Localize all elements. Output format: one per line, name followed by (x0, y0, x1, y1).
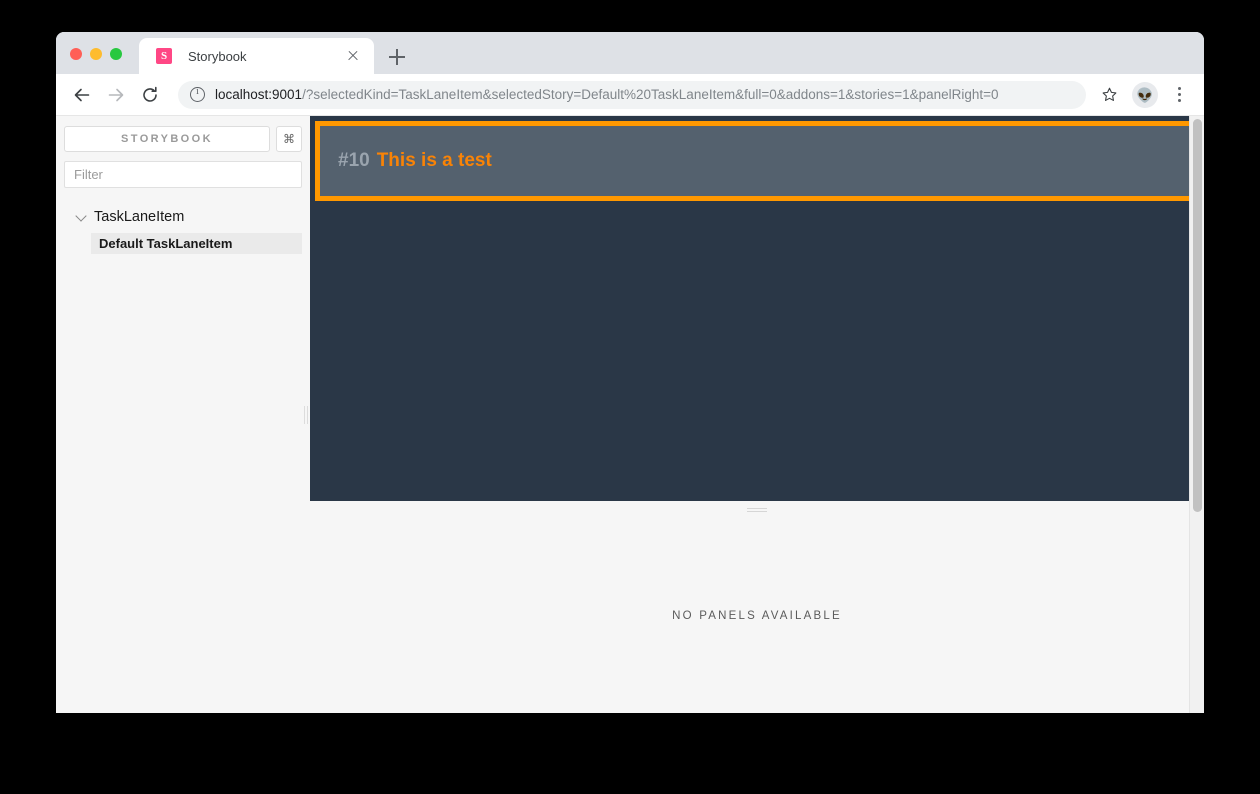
browser-window: S Storybook localhost:9001/?selectedKind… (56, 32, 1204, 713)
shortcut-button[interactable]: ⌘ (276, 126, 302, 152)
filter-input[interactable] (64, 161, 302, 188)
sidebar-header: STORYBOOK ⌘ (64, 126, 302, 152)
tasklane-item-number: #10 (338, 150, 370, 171)
info-circle-icon[interactable] (190, 86, 205, 102)
url-text: localhost:9001/?selectedKind=TaskLaneIte… (215, 87, 999, 102)
url-path: /?selectedKind=TaskLaneItem&selectedStor… (302, 87, 999, 102)
tab-strip: S Storybook (56, 32, 1204, 74)
window-minimize-button[interactable] (90, 48, 102, 60)
chevron-down-icon (76, 211, 88, 223)
sidebar-resize-handle[interactable] (302, 116, 310, 713)
storybook-brand[interactable]: STORYBOOK (64, 126, 270, 152)
story-preview: #10 This is a test (310, 116, 1204, 501)
tree-kind-tasklaneitem[interactable]: TaskLaneItem (64, 206, 302, 228)
window-traffic-lights (70, 48, 122, 60)
kebab-menu-icon[interactable] (1166, 82, 1192, 108)
reload-icon[interactable] (136, 81, 164, 109)
page-scrollbar[interactable] (1189, 116, 1204, 713)
page-scrollbar-thumb[interactable] (1193, 119, 1202, 512)
tasklane-item-title: This is a test (376, 150, 492, 171)
url-host: localhost:9001 (215, 87, 303, 102)
page-viewport: STORYBOOK ⌘ TaskLaneItem Default TaskLan… (56, 116, 1204, 713)
storybook-main: #10 This is a test NO PANELS AVAILABLE (310, 116, 1204, 713)
panel-resize-handle[interactable] (310, 501, 1204, 519)
addons-panel: NO PANELS AVAILABLE (310, 519, 1204, 713)
story-tree: TaskLaneItem Default TaskLaneItem (64, 206, 302, 254)
tasklane-item[interactable]: #10 This is a test (315, 121, 1199, 201)
plus-icon[interactable] (386, 46, 408, 68)
star-icon[interactable] (1096, 82, 1122, 108)
no-panels-message: NO PANELS AVAILABLE (672, 610, 842, 622)
close-icon[interactable] (344, 47, 362, 65)
profile-avatar[interactable]: 👽 (1132, 81, 1158, 108)
tree-story-default-tasklaneitem[interactable]: Default TaskLaneItem (91, 233, 302, 254)
window-zoom-button[interactable] (110, 48, 122, 60)
tab-title: Storybook (188, 48, 247, 64)
tree-kind-label: TaskLaneItem (94, 209, 185, 225)
arrow-left-icon[interactable] (68, 81, 96, 109)
arrow-right-icon[interactable] (102, 81, 130, 109)
storybook-app: STORYBOOK ⌘ TaskLaneItem Default TaskLan… (56, 116, 1204, 713)
window-close-button[interactable] (70, 48, 82, 60)
browser-tab[interactable]: S Storybook (139, 38, 374, 74)
storybook-favicon-icon: S (156, 48, 172, 64)
address-bar[interactable]: localhost:9001/?selectedKind=TaskLaneIte… (178, 80, 1086, 109)
storybook-sidebar: STORYBOOK ⌘ TaskLaneItem Default TaskLan… (56, 116, 310, 713)
browser-toolbar: localhost:9001/?selectedKind=TaskLaneIte… (56, 74, 1204, 116)
